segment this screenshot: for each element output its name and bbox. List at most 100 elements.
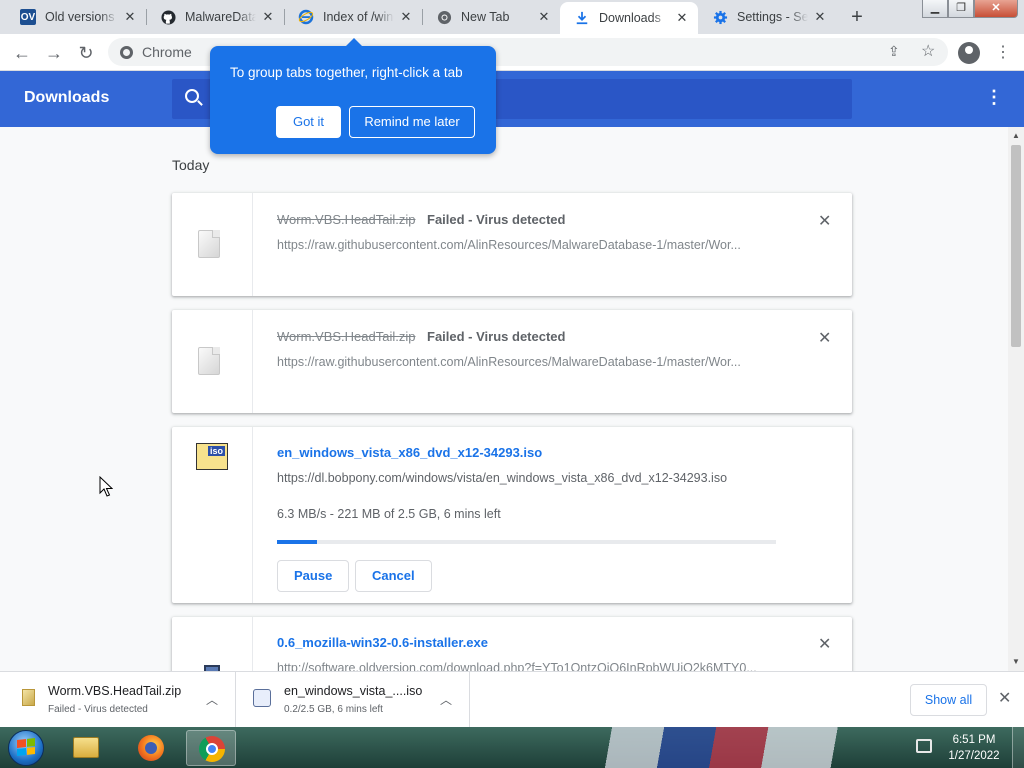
- download-item: Worm.VBS.HeadTail.zip Failed - Virus det…: [172, 310, 852, 413]
- tab-old-versions[interactable]: OV Old versions of ✕: [6, 2, 146, 32]
- tab-close-icon[interactable]: ✕: [674, 10, 690, 26]
- window-close-button[interactable]: ✕: [974, 0, 1018, 18]
- tab-close-icon[interactable]: ✕: [812, 9, 828, 25]
- show-desktop-button[interactable]: [1012, 727, 1024, 768]
- windows-logo-icon: [17, 738, 35, 756]
- scroll-down-icon[interactable]: ▼: [1012, 657, 1020, 666]
- system-clock[interactable]: 6:51 PM 1/27/2022: [944, 732, 1004, 764]
- window-controls: ▁ ❐ ✕: [922, 0, 1018, 20]
- tab-groups-tip-bubble: To group tabs together, right-click a ta…: [210, 38, 496, 154]
- download-item: 0.6_mozilla-win32-0.6-installer.exe http…: [172, 617, 852, 671]
- github-icon: [160, 9, 176, 25]
- tab-title: MalwareDatabase: [185, 10, 256, 24]
- tab-close-icon[interactable]: ✕: [260, 9, 276, 25]
- tab-downloads[interactable]: Downloads ✕: [560, 2, 698, 34]
- download-progress-bar: [277, 540, 776, 544]
- file-name: Worm.VBS.HeadTail.zip: [277, 329, 416, 344]
- taskbar-explorer[interactable]: [60, 730, 110, 766]
- tab-close-icon[interactable]: ✕: [122, 9, 138, 25]
- clock-time: 6:51 PM: [952, 734, 996, 746]
- clock-date: 1/27/2022: [948, 750, 1000, 762]
- download-status: Failed - Virus detected: [427, 329, 566, 344]
- forward-arrow-icon[interactable]: →: [42, 41, 66, 65]
- shelf-file-status: Failed - Virus detected: [48, 704, 148, 715]
- file-url[interactable]: https://raw.githubusercontent.com/AlinRe…: [277, 238, 777, 252]
- back-arrow-icon[interactable]: ←: [10, 41, 34, 65]
- pause-button[interactable]: Pause: [277, 560, 350, 592]
- got-it-button[interactable]: Got it: [276, 106, 341, 138]
- remove-icon[interactable]: ✕: [818, 211, 831, 231]
- taskbar-chrome[interactable]: [186, 730, 236, 766]
- tip-message: To group tabs together, right-click a ta…: [230, 65, 463, 80]
- iso-file-icon: iso: [196, 443, 228, 470]
- iso-file-icon: [253, 689, 271, 707]
- shelf-file-name: en_windows_vista_....iso: [284, 684, 423, 698]
- tab-close-icon[interactable]: ✕: [536, 9, 552, 25]
- chrome-menu-icon[interactable]: ⋮: [995, 42, 1011, 62]
- shelf-item[interactable]: Worm.VBS.HeadTail.zip Failed - Virus det…: [0, 672, 236, 728]
- file-icon-column: iso: [172, 427, 253, 603]
- file-icon: [198, 230, 220, 258]
- tab-title: Downloads: [599, 11, 661, 25]
- file-icon-column: [172, 617, 253, 671]
- desktop-wallpaper: [560, 727, 900, 768]
- scrollbar[interactable]: ▲ ▼: [1008, 127, 1024, 671]
- firefox-icon: [138, 735, 164, 761]
- tab-settings[interactable]: Settings - Security ✕: [698, 2, 836, 32]
- file-url[interactable]: https://dl.bobpony.com/windows/vista/en_…: [277, 471, 777, 485]
- share-icon[interactable]: ⇪: [888, 43, 900, 60]
- file-name: Worm.VBS.HeadTail.zip: [277, 212, 416, 227]
- file-icon: [198, 347, 220, 375]
- remove-icon[interactable]: ✕: [818, 634, 831, 654]
- bookmark-star-icon[interactable]: ☆: [921, 41, 935, 61]
- date-heading: Today: [172, 157, 210, 173]
- scroll-up-icon[interactable]: ▲: [1012, 131, 1020, 140]
- progress-fill: [277, 540, 317, 544]
- windows-taskbar: 6:51 PM 1/27/2022: [0, 727, 1024, 768]
- tab-title: Index of /windows: [323, 10, 394, 24]
- minimize-button[interactable]: ▁: [922, 0, 948, 18]
- taskbar-firefox[interactable]: [126, 730, 176, 766]
- restore-button[interactable]: ❐: [948, 0, 974, 18]
- tab-malware-database[interactable]: MalwareDatabase ✕: [146, 2, 284, 32]
- tab-strip: OV Old versions of ✕ MalwareDatabase ✕ I…: [0, 0, 1024, 34]
- shelf-item[interactable]: en_windows_vista_....iso 0.2/2.5 GB, 6 m…: [236, 672, 470, 728]
- reload-icon[interactable]: ↻: [74, 41, 98, 65]
- file-url[interactable]: https://raw.githubusercontent.com/AlinRe…: [277, 355, 777, 369]
- start-button[interactable]: [2, 728, 50, 767]
- remind-later-button[interactable]: Remind me later: [349, 106, 475, 138]
- scrollbar-thumb[interactable]: [1011, 145, 1021, 347]
- download-item-in-progress: iso en_windows_vista_x86_dvd_x12-34293.i…: [172, 427, 852, 603]
- close-shelf-icon[interactable]: ✕: [998, 688, 1011, 708]
- remove-icon[interactable]: ✕: [818, 328, 831, 348]
- new-tab-button[interactable]: +: [845, 6, 869, 30]
- file-url[interactable]: http://software.oldversion.com/download.…: [277, 661, 777, 671]
- more-actions-icon[interactable]: ⋮: [985, 87, 1003, 108]
- file-icon-column: [172, 310, 253, 413]
- omnibox-chip[interactable]: Chrome: [120, 44, 192, 60]
- search-icon: [185, 89, 199, 103]
- chevron-up-icon[interactable]: ︿: [206, 691, 218, 708]
- tab-index-of-windows[interactable]: Index of /windows ✕: [284, 2, 422, 32]
- tab-new-tab[interactable]: New Tab ✕: [422, 2, 560, 32]
- file-name-link[interactable]: en_windows_vista_x86_dvd_x12-34293.iso: [277, 445, 542, 460]
- download-item: Worm.VBS.HeadTail.zip Failed - Virus det…: [172, 193, 852, 296]
- shelf-file-status: 0.2/2.5 GB, 6 mins left: [284, 704, 383, 715]
- profile-avatar-icon[interactable]: [958, 42, 980, 64]
- cancel-button[interactable]: Cancel: [355, 560, 432, 592]
- zip-file-icon: [22, 689, 35, 706]
- folder-icon: [73, 737, 99, 758]
- gear-icon: [712, 9, 728, 25]
- page-title: Downloads: [24, 89, 110, 106]
- file-icon-column: [172, 193, 253, 296]
- network-icon[interactable]: [916, 739, 932, 753]
- download-icon: [574, 10, 590, 26]
- chevron-up-icon[interactable]: ︿: [440, 691, 452, 708]
- shelf-file-name: Worm.VBS.HeadTail.zip: [48, 684, 182, 698]
- tab-close-icon[interactable]: ✕: [398, 9, 414, 25]
- chrome-icon: [199, 736, 225, 762]
- show-all-button[interactable]: Show all: [910, 684, 987, 716]
- file-name-link[interactable]: 0.6_mozilla-win32-0.6-installer.exe: [277, 635, 488, 650]
- oldversion-icon: OV: [20, 9, 36, 25]
- omnibox-chip-label: Chrome: [142, 44, 192, 60]
